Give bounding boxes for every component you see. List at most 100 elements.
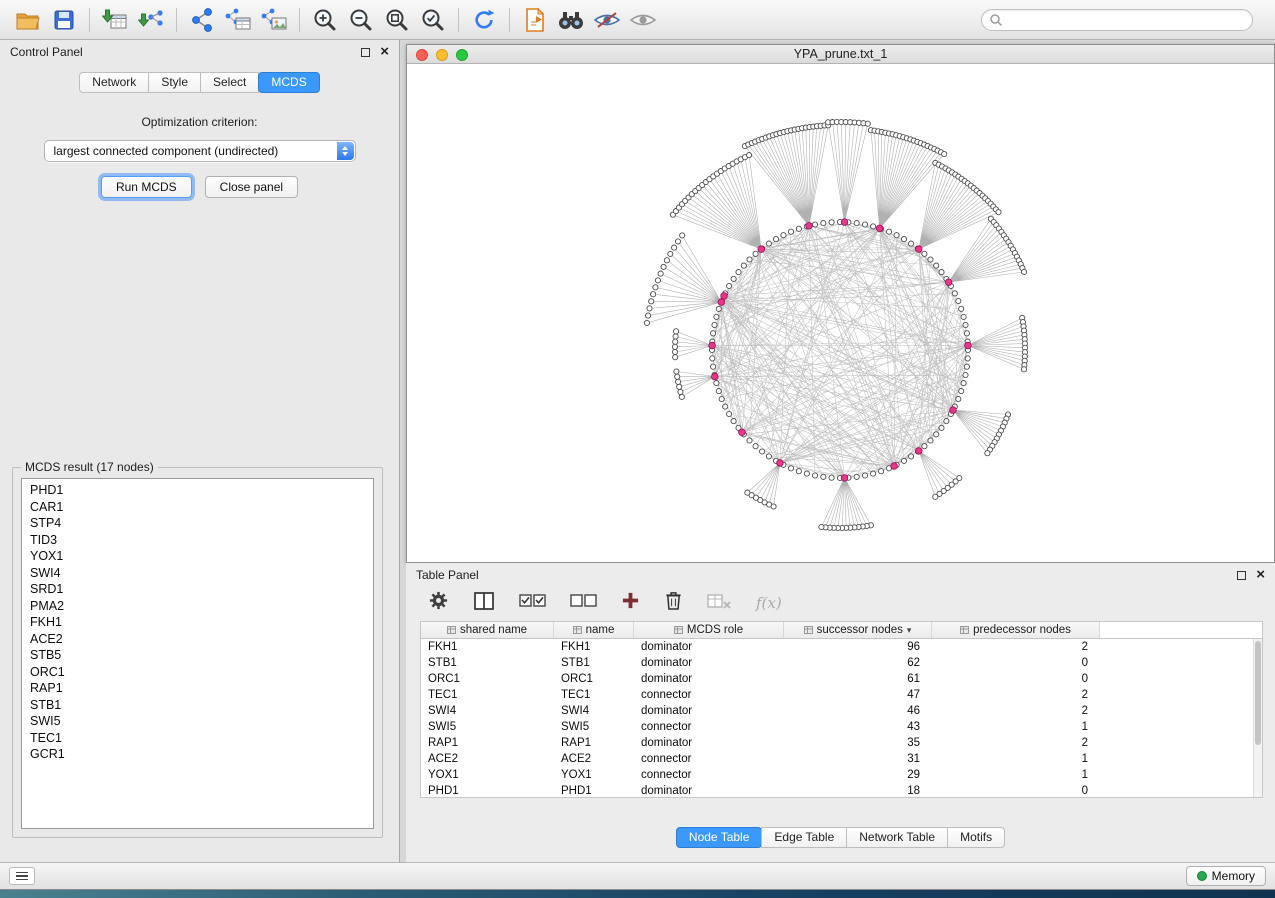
column-header-name[interactable]: name (554, 622, 634, 638)
column-header-shared-name[interactable]: shared name (421, 622, 554, 638)
table-scrollbar[interactable] (1253, 639, 1262, 797)
table-scrollbar-thumb[interactable] (1255, 641, 1261, 745)
network-table-button[interactable] (220, 4, 256, 36)
network-graph[interactable] (407, 64, 1274, 562)
table-row[interactable]: RAP1RAP1dominator352 (421, 735, 1253, 751)
criterion-select[interactable]: largest connected component (undirected) (44, 140, 356, 162)
memory-button[interactable]: Memory (1186, 866, 1266, 886)
delete-table-button[interactable] (707, 593, 732, 614)
show-columns-button[interactable] (473, 591, 495, 616)
zoom-out-button[interactable] (343, 4, 379, 36)
table-settings-button[interactable] (428, 590, 449, 616)
tab-mcds[interactable]: MCDS (258, 72, 319, 93)
table-row[interactable]: SWI4SWI4dominator462 (421, 703, 1253, 719)
mcds-result-item[interactable]: TID3 (22, 532, 373, 549)
add-column-button[interactable] (621, 591, 640, 615)
table-cell: 18 (784, 783, 932, 797)
mcds-result-item[interactable]: PMA2 (22, 598, 373, 615)
table-row[interactable]: ORC1ORC1dominator610 (421, 671, 1253, 687)
mcds-result-item[interactable]: FKH1 (22, 614, 373, 631)
mcds-result-item[interactable]: ORC1 (22, 664, 373, 681)
mcds-result-item[interactable]: STP4 (22, 515, 373, 532)
mcds-result-item[interactable]: TEC1 (22, 730, 373, 747)
show-details-button[interactable] (625, 4, 661, 36)
mcds-result-item[interactable]: SWI5 (22, 713, 373, 730)
gear-icon (428, 590, 449, 611)
export-document-button[interactable] (517, 4, 553, 36)
new-network-button[interactable] (184, 4, 220, 36)
mcds-result-list[interactable]: PHD1CAR1STP4TID3YOX1SWI4SRD1PMA2FKH1ACE2… (21, 478, 374, 829)
delete-column-button[interactable] (664, 590, 683, 616)
close-panel-icon[interactable]: × (380, 47, 389, 57)
memory-label: Memory (1212, 869, 1255, 883)
mcds-result-item[interactable]: STB5 (22, 647, 373, 664)
control-panel-title: Control Panel (10, 45, 83, 59)
mcds-result-item[interactable]: SWI4 (22, 565, 373, 582)
mcds-result-item[interactable]: SRD1 (22, 581, 373, 598)
mcds-result-item[interactable]: GCR1 (22, 746, 373, 763)
close-window-button[interactable] (416, 49, 428, 61)
mcds-result-item[interactable]: RAP1 (22, 680, 373, 697)
search-input[interactable] (981, 9, 1253, 31)
deselect-all-button[interactable] (570, 593, 597, 613)
table-cell: 1 (932, 751, 1100, 767)
mcds-result-item[interactable]: CAR1 (22, 499, 373, 516)
open-session-button[interactable] (10, 4, 46, 36)
table-cell: 61 (784, 671, 932, 687)
mcds-result-item[interactable]: YOX1 (22, 548, 373, 565)
show-panels-button[interactable] (9, 867, 35, 885)
tab-style[interactable]: Style (148, 72, 201, 93)
float-panel-icon[interactable] (361, 48, 370, 57)
zoom-selected-icon (420, 7, 446, 33)
table-row[interactable]: STB1STB1dominator620 (421, 655, 1253, 671)
zoom-selected-button[interactable] (415, 4, 451, 36)
mcds-result-item[interactable]: PHD1 (22, 482, 373, 499)
zoom-fit-button[interactable] (379, 4, 415, 36)
import-table-button[interactable] (97, 4, 133, 36)
table-tab-network-table[interactable]: Network Table (846, 827, 948, 848)
table-tab-node-table[interactable]: Node Table (676, 827, 763, 848)
column-header-filler (1100, 622, 1262, 638)
table-row[interactable]: ACE2ACE2connector311 (421, 751, 1253, 767)
search-icon (989, 13, 1003, 27)
table-row[interactable]: YOX1YOX1connector291 (421, 767, 1253, 783)
table-cell: dominator (634, 671, 784, 687)
tab-select[interactable]: Select (200, 72, 259, 93)
column-header-successor-nodes[interactable]: successor nodes▾ (784, 622, 932, 638)
table-tab-motifs[interactable]: Motifs (947, 827, 1005, 848)
minimize-window-button[interactable] (436, 49, 448, 61)
close-table-panel-icon[interactable]: × (1256, 570, 1265, 580)
table-row[interactable]: FKH1FKH1dominator962 (421, 639, 1253, 655)
network-image-button[interactable] (256, 4, 292, 36)
import-network-button[interactable] (133, 4, 169, 36)
zoom-window-button[interactable] (456, 49, 468, 61)
apply-layout-button[interactable] (466, 4, 502, 36)
mcds-result-item[interactable]: STB1 (22, 697, 373, 714)
table-tab-edge-table[interactable]: Edge Table (761, 827, 847, 848)
table-row[interactable]: SWI5SWI5connector431 (421, 719, 1253, 735)
hide-details-button[interactable] (589, 4, 625, 36)
table-panel: Table Panel × f(x) shared namenameMCDS (406, 563, 1275, 862)
desktop-background (0, 890, 1275, 898)
function-builder-button[interactable]: f(x) (756, 594, 782, 612)
close-panel-button[interactable]: Close panel (205, 176, 298, 198)
table-cell: 0 (932, 671, 1100, 687)
table-row[interactable]: TEC1TEC1connector472 (421, 687, 1253, 703)
column-header-MCDS-role[interactable]: MCDS role (634, 622, 784, 638)
run-mcds-button[interactable]: Run MCDS (101, 176, 192, 198)
save-session-button[interactable] (46, 4, 82, 36)
tab-network[interactable]: Network (79, 72, 149, 93)
table-row[interactable]: PHD1PHD1dominator180 (421, 783, 1253, 797)
float-table-panel-icon[interactable] (1237, 571, 1246, 580)
import-table-icon (102, 8, 128, 32)
control-panel-header: Control Panel × (0, 40, 399, 64)
select-all-button[interactable] (519, 593, 546, 613)
zoom-in-button[interactable] (307, 4, 343, 36)
network-window-titlebar[interactable]: YPA_prune.txt_1 (407, 45, 1274, 64)
table-panel-title: Table Panel (416, 568, 479, 582)
column-header-predecessor-nodes[interactable]: predecessor nodes (932, 622, 1100, 638)
network-canvas[interactable] (407, 64, 1274, 562)
search-network-button[interactable] (553, 4, 589, 36)
table-cell: ACE2 (554, 751, 634, 767)
mcds-result-item[interactable]: ACE2 (22, 631, 373, 648)
